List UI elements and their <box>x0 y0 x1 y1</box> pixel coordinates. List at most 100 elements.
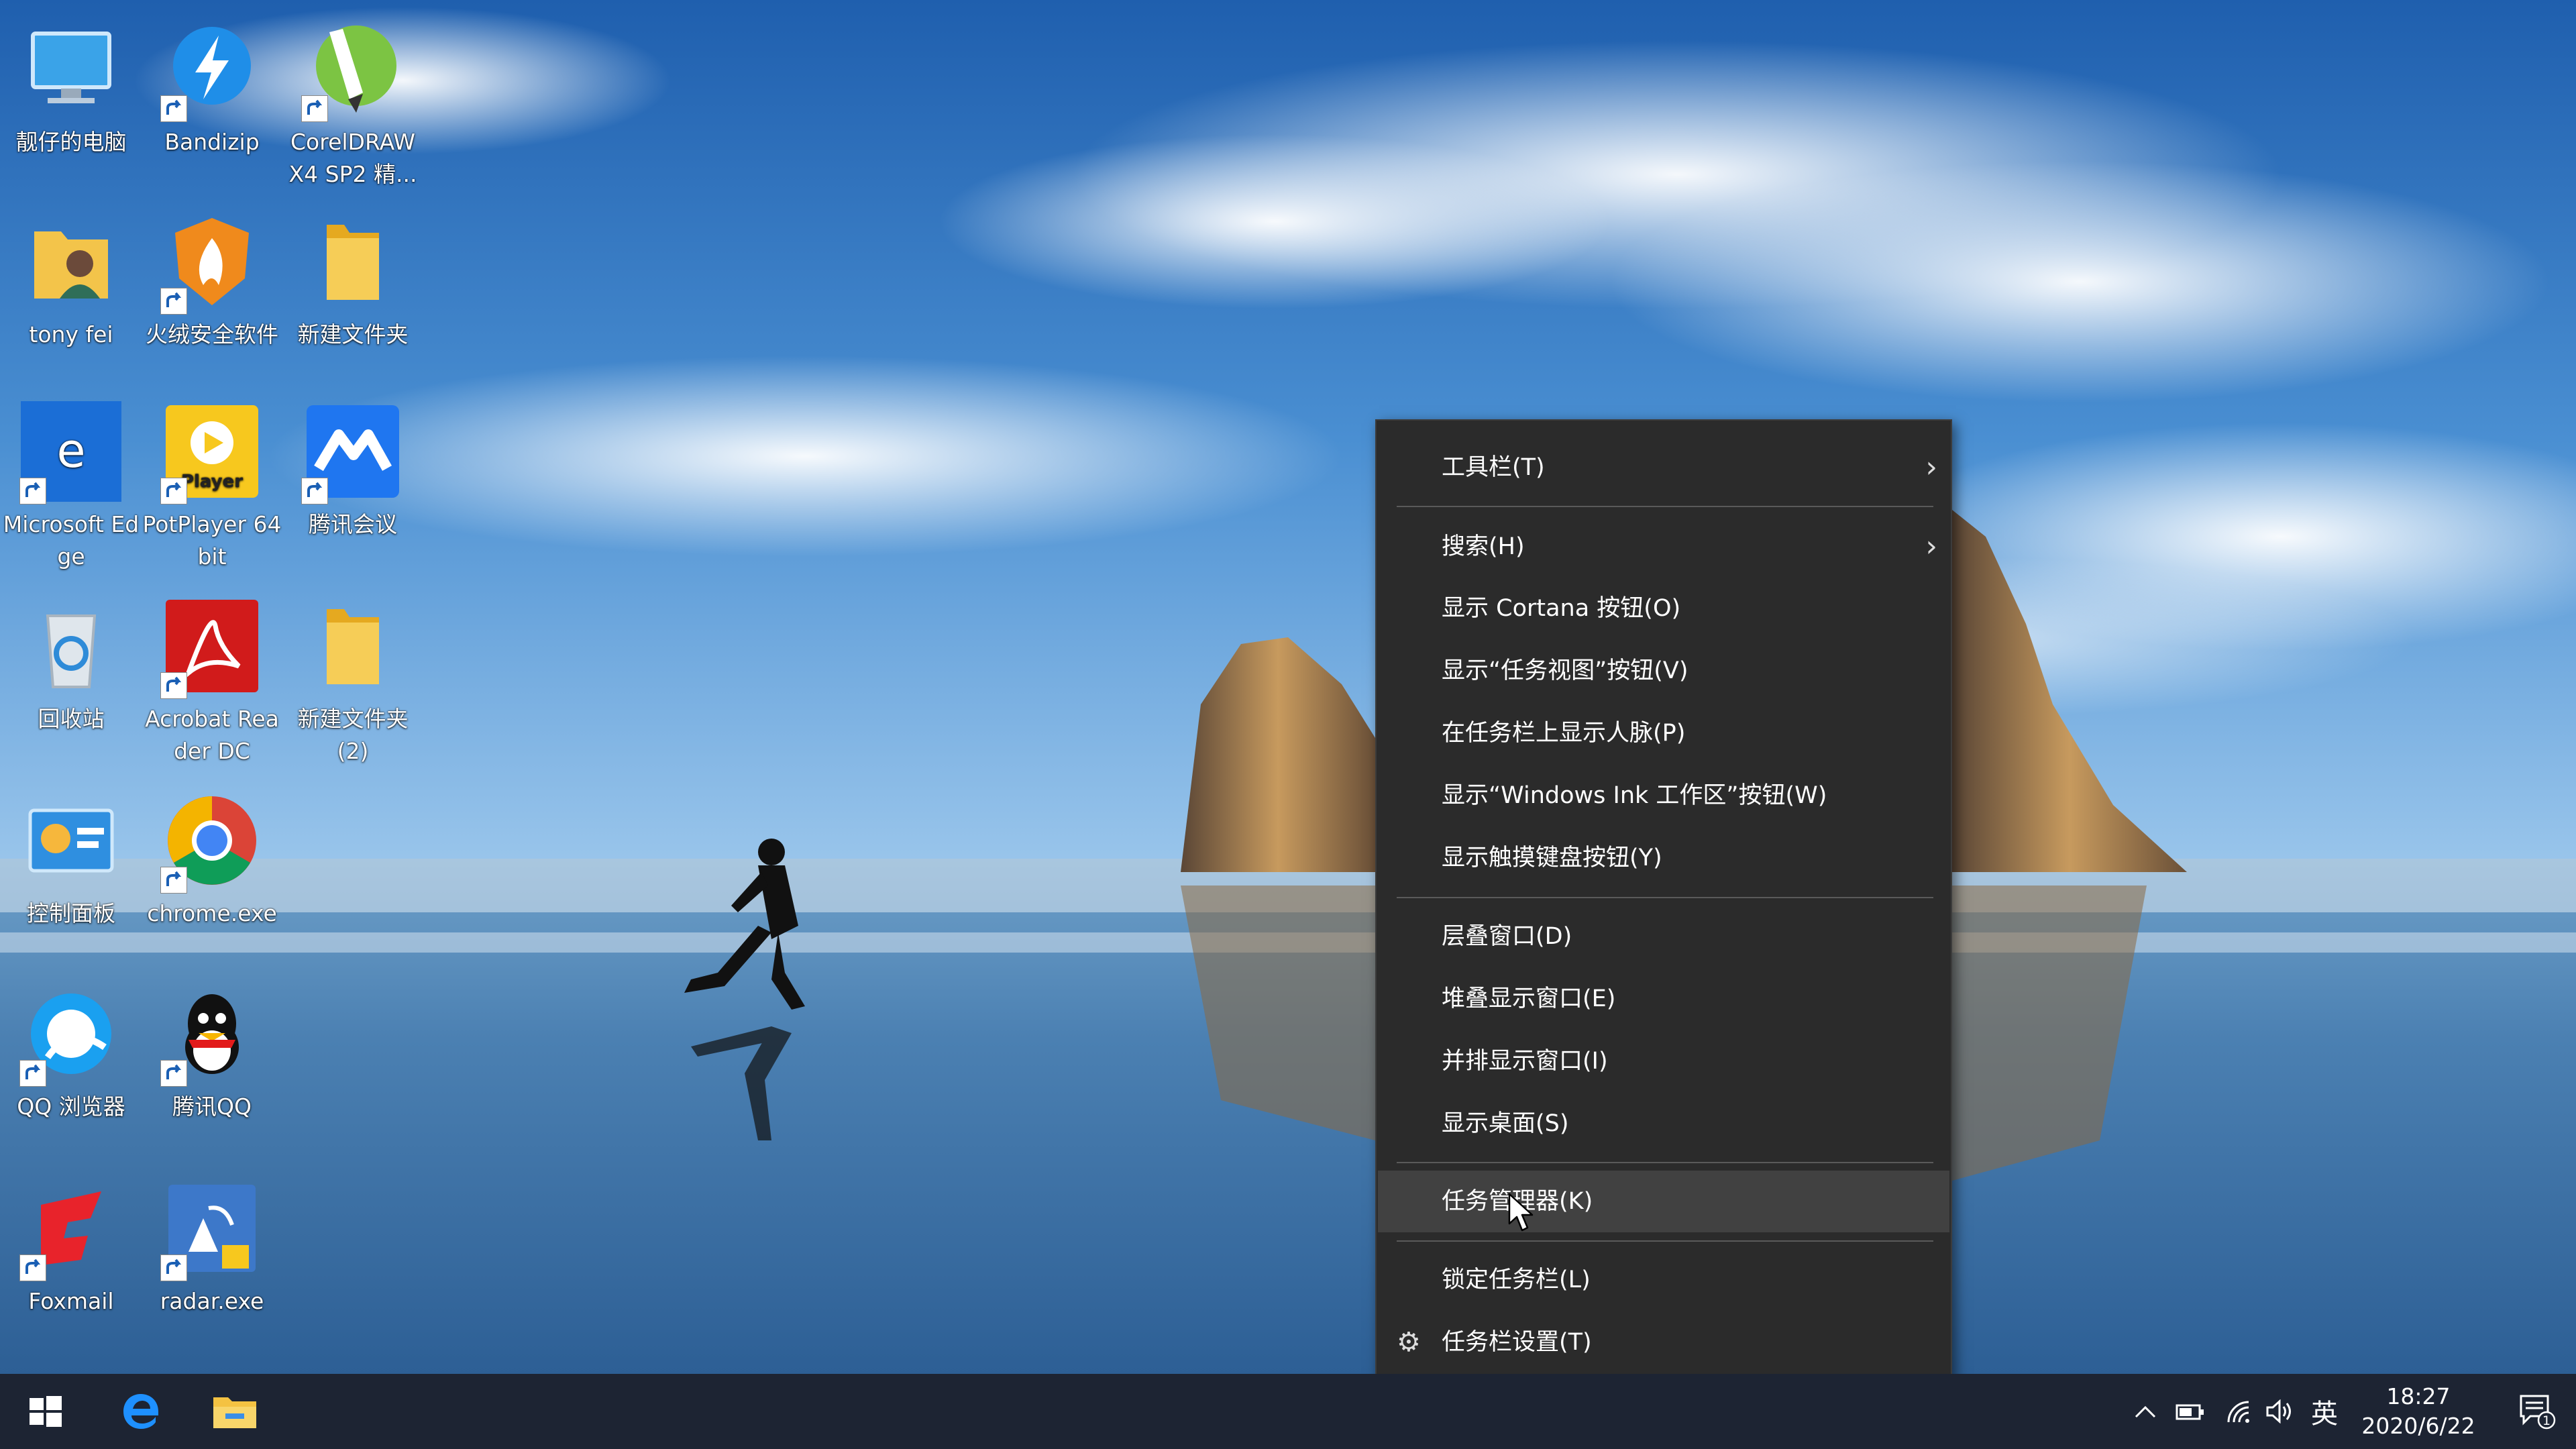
menu-item-side-by-side-windows[interactable]: 并排显示窗口(I) <box>1378 1030 1949 1092</box>
folder-icon <box>303 211 403 312</box>
desktop-icon-label: chrome.exe <box>147 900 277 926</box>
desktop-icon-new-folder[interactable]: 新建文件夹 <box>283 211 423 351</box>
desktop-icon-control-panel[interactable]: 控制面板 <box>1 790 141 930</box>
shortcut-arrow-icon <box>160 867 187 894</box>
edge-icon: e <box>19 401 121 504</box>
tray-network[interactable] <box>2220 1374 2258 1449</box>
shortcut-arrow-icon <box>160 672 187 699</box>
radar-icon <box>160 1178 262 1281</box>
desktop-icon-label: tony fei <box>29 321 113 347</box>
menu-item-label: 层叠窗口(D) <box>1442 923 1572 950</box>
desktop-icon-label: PotPlayer 64 bit <box>142 511 282 570</box>
desktop-icon-new-folder-2[interactable]: 新建文件夹 (2) <box>283 596 423 767</box>
desktop-icon-huorong[interactable]: 火绒安全软件 <box>142 211 282 351</box>
menu-item-toolbars[interactable]: 工具栏(T) › <box>1378 437 1949 498</box>
menu-item-label: 锁定任务栏(L) <box>1442 1267 1591 1293</box>
desktop-icon-label: Bandizip <box>164 129 260 155</box>
battery-icon <box>2176 1404 2204 1420</box>
menu-item-label: 显示 Cortana 按钮(O) <box>1442 595 1681 622</box>
menu-item-taskbar-settings[interactable]: ⚙ 任务栏设置(T) <box>1378 1311 1949 1373</box>
taskbar-edge-button[interactable] <box>95 1374 186 1449</box>
desktop-icon-tony-fei[interactable]: tony fei <box>1 211 141 351</box>
folder-icon <box>303 596 403 696</box>
start-icon <box>30 1396 62 1427</box>
menu-item-label: 在任务栏上显示人脉(P) <box>1442 720 1686 747</box>
svg-text:e: e <box>56 423 85 478</box>
menu-separator <box>1397 897 1933 898</box>
menu-item-label: 搜索(H) <box>1442 533 1525 560</box>
desktop-icon-radar[interactable]: radar.exe <box>142 1178 282 1318</box>
menu-item-label: 工具栏(T) <box>1442 454 1545 481</box>
chevron-up-icon <box>2135 1405 2156 1418</box>
taskbar-clock[interactable]: 18:27 2020/6/22 <box>2351 1374 2485 1449</box>
menu-item-show-cortana[interactable]: 显示 Cortana 按钮(O) <box>1378 578 1949 639</box>
wifi-icon <box>2227 1401 2249 1423</box>
qq-icon <box>160 983 262 1087</box>
menu-item-show-touch-keyboard[interactable]: 显示触摸键盘按钮(Y) <box>1378 827 1949 889</box>
menu-item-label: 显示触摸键盘按钮(Y) <box>1442 845 1662 871</box>
desktop-icon-label: QQ 浏览器 <box>17 1093 125 1120</box>
chevron-right-icon: › <box>1925 529 1937 564</box>
menu-item-cascade-windows[interactable]: 层叠窗口(D) <box>1378 906 1949 967</box>
tray-input-method[interactable]: 英 <box>2302 1374 2347 1449</box>
tencent-meeting-icon <box>301 401 403 504</box>
tray-volume[interactable] <box>2261 1374 2300 1449</box>
desktop-icon-tencent-meeting[interactable]: 腾讯会议 <box>283 401 423 541</box>
taskbar-file-explorer-button[interactable] <box>189 1374 280 1449</box>
menu-item-stacked-windows[interactable]: 堆叠显示窗口(E) <box>1378 968 1949 1030</box>
desktop-icon-qq[interactable]: 腾讯QQ <box>142 983 282 1123</box>
tray-battery[interactable] <box>2171 1374 2210 1449</box>
menu-item-show-people[interactable]: 在任务栏上显示人脉(P) <box>1378 702 1949 764</box>
menu-item-label: 堆叠显示窗口(E) <box>1442 985 1616 1012</box>
desktop-icon-acrobat[interactable]: Acrobat Reader DC <box>142 596 282 767</box>
desktop-icon-label: radar.exe <box>160 1288 264 1314</box>
shortcut-arrow-icon <box>19 1060 46 1087</box>
action-center-button[interactable]: 1 <box>2504 1374 2571 1449</box>
desktop-icon-label: CorelDRAW X4 SP2 精... <box>288 129 417 187</box>
desktop-icon-label: 腾讯QQ <box>172 1093 252 1120</box>
menu-item-show-task-view[interactable]: 显示“任务视图”按钮(V) <box>1378 640 1949 702</box>
taskbar-context-menu: 工具栏(T) › 搜索(H) › 显示 Cortana 按钮(O) 显示“任务视… <box>1375 419 1952 1391</box>
desktop-icon-foxmail[interactable]: Foxmail <box>1 1178 141 1318</box>
desktop-icon-label: Foxmail <box>28 1288 114 1314</box>
desktop-icon-potplayer[interactable]: Player PotPlayer 64 bit <box>142 401 282 573</box>
menu-item-show-desktop[interactable]: 显示桌面(S) <box>1378 1093 1949 1155</box>
notification-count: 1 <box>2542 1413 2551 1428</box>
menu-item-search[interactable]: 搜索(H) › <box>1378 516 1949 578</box>
file-explorer-icon <box>213 1397 256 1428</box>
menu-item-lock-taskbar[interactable]: 锁定任务栏(L) <box>1378 1249 1949 1311</box>
mouse-cursor-icon <box>1508 1193 1534 1232</box>
menu-item-label: 任务栏设置(T) <box>1442 1329 1592 1356</box>
menu-item-label: 显示桌面(S) <box>1442 1110 1569 1137</box>
clock-time: 18:27 <box>2386 1383 2451 1409</box>
menu-item-task-manager[interactable]: 任务管理器(K) <box>1378 1171 1949 1232</box>
menu-separator <box>1397 1240 1933 1242</box>
desktop-icon-label: 火绒安全软件 <box>146 321 278 347</box>
desktop-icon-computer[interactable]: 靓仔的电脑 <box>1 19 141 158</box>
shortcut-arrow-icon <box>19 478 46 504</box>
desktop-icon-coreldraw[interactable]: CorelDRAW X4 SP2 精... <box>283 19 423 191</box>
desktop-icon-qq-browser[interactable]: QQ 浏览器 <box>1 983 141 1123</box>
desktop-icon-chrome[interactable]: chrome.exe <box>142 790 282 930</box>
user-folder-icon <box>21 211 121 312</box>
shortcut-arrow-icon <box>160 95 187 122</box>
menu-separator <box>1397 1162 1933 1163</box>
taskbar: 英 18:27 2020/6/22 1 <box>0 1374 2576 1449</box>
gear-icon: ⚙ <box>1397 1327 1421 1358</box>
tray-show-hidden-icons[interactable] <box>2128 1374 2163 1449</box>
computer-icon <box>21 19 121 119</box>
desktop-icon-label: 回收站 <box>38 706 105 732</box>
menu-item-show-windows-ink[interactable]: 显示“Windows Ink 工作区”按钮(W) <box>1378 765 1949 826</box>
recycle-bin-icon <box>21 596 121 696</box>
desktop-icon-label: 腾讯会议 <box>309 511 397 537</box>
desktop-icon-label: Acrobat Reader DC <box>145 706 279 764</box>
menu-item-label: 显示“Windows Ink 工作区”按钮(W) <box>1442 782 1827 809</box>
qq-browser-icon <box>19 983 121 1087</box>
desktop-icon-recycle-bin[interactable]: 回收站 <box>1 596 141 735</box>
menu-separator <box>1397 506 1933 507</box>
desktop-icon-label: 靓仔的电脑 <box>15 129 127 155</box>
svg-text:Player: Player <box>181 472 243 492</box>
desktop-icon-edge[interactable]: e Microsoft Edge <box>1 401 141 573</box>
desktop-icon-bandizip[interactable]: Bandizip <box>142 19 282 158</box>
start-button[interactable] <box>0 1374 91 1449</box>
